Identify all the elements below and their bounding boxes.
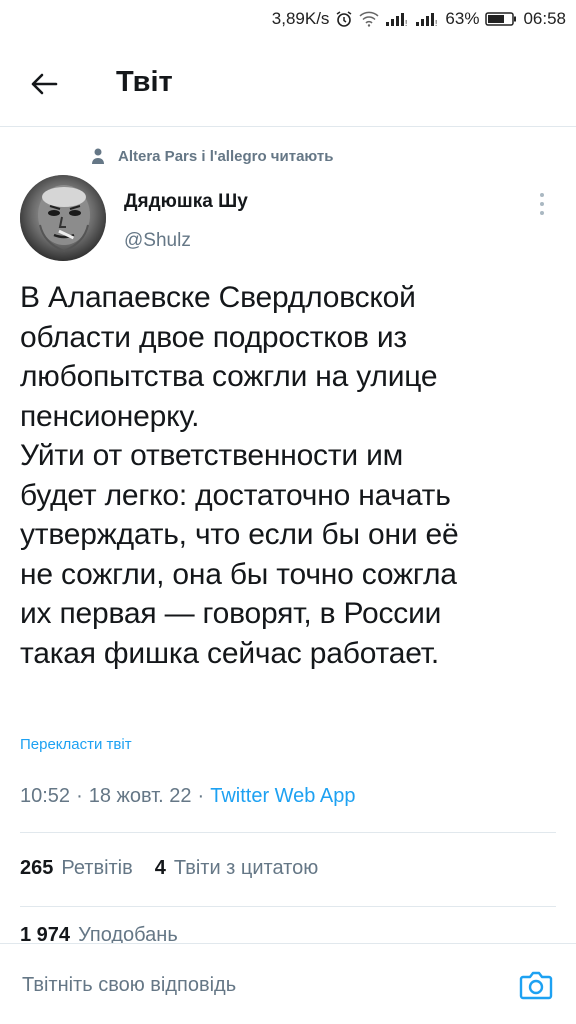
- more-dot-icon: [540, 211, 544, 216]
- tweet-date: 18 жовт. 22: [88, 785, 192, 807]
- author-name[interactable]: Дядюшка Шу: [124, 191, 248, 213]
- more-options-button[interactable]: [532, 190, 552, 218]
- alarm-icon: [335, 10, 353, 28]
- quotes-count: 4: [154, 857, 166, 879]
- retweets-link[interactable]: 265 Ретвітів: [20, 857, 133, 880]
- arrow-left-icon: [31, 73, 58, 95]
- meta-separator: ·: [76, 785, 83, 807]
- meta-separator: ·: [197, 785, 205, 807]
- app-header: Твіт: [0, 40, 576, 126]
- retweets-label: Ретвітів: [61, 857, 133, 879]
- status-bar: 3,89K/s ! ! 63% 06:58: [0, 0, 576, 40]
- svg-text:!: !: [435, 19, 437, 27]
- camera-icon: [519, 971, 553, 1000]
- tweet-stats: 265 Ретвітів 4 Твіти з цитатою: [20, 857, 318, 880]
- wifi-icon: [359, 11, 379, 27]
- tweet-source-link[interactable]: Twitter Web App: [210, 785, 355, 808]
- quotes-label: Твіти з цитатою: [173, 857, 319, 879]
- retweets-count: 265: [20, 857, 54, 879]
- battery-percent: 63%: [445, 9, 480, 28]
- header-divider: [0, 126, 576, 127]
- translate-tweet-link[interactable]: Перекласти твіт: [20, 736, 132, 753]
- avatar[interactable]: [20, 175, 106, 261]
- quotes-link[interactable]: 4 Твіти з цитатою: [155, 857, 318, 880]
- divider: [20, 832, 556, 833]
- more-dot-icon: [540, 192, 544, 197]
- clock: 06:58: [523, 9, 566, 28]
- back-button[interactable]: [22, 62, 66, 106]
- author-handle[interactable]: @Shulz: [124, 230, 191, 252]
- social-context-text: Altera Pars і l'allegro читають: [118, 147, 334, 165]
- reply-input[interactable]: Твітніть свою відповідь: [22, 974, 236, 997]
- signal-icon: !: [385, 11, 409, 27]
- svg-text:!: !: [405, 19, 407, 27]
- reply-bar: Твітніть свою відповідь: [0, 943, 576, 1024]
- network-speed: 3,89K/s: [271, 9, 330, 28]
- tweet-meta: 10:52 · 18 жовт. 22 · Twitter Web App: [20, 785, 355, 808]
- tweet-time: 10:52: [20, 785, 71, 807]
- battery-icon: [485, 11, 517, 27]
- tweet-text: В Алапаевске Свердловской области двое п…: [20, 281, 459, 670]
- signal-icon-2: !: [415, 11, 439, 27]
- camera-button[interactable]: [517, 966, 555, 1004]
- more-dot-icon: [540, 201, 544, 206]
- status-bar-right: 3,89K/s ! ! 63% 06:58: [272, 8, 566, 30]
- person-icon: [92, 148, 104, 164]
- social-context[interactable]: Altera Pars і l'allegro читають: [92, 146, 333, 166]
- page-title: Твіт: [116, 66, 173, 98]
- divider: [20, 906, 556, 907]
